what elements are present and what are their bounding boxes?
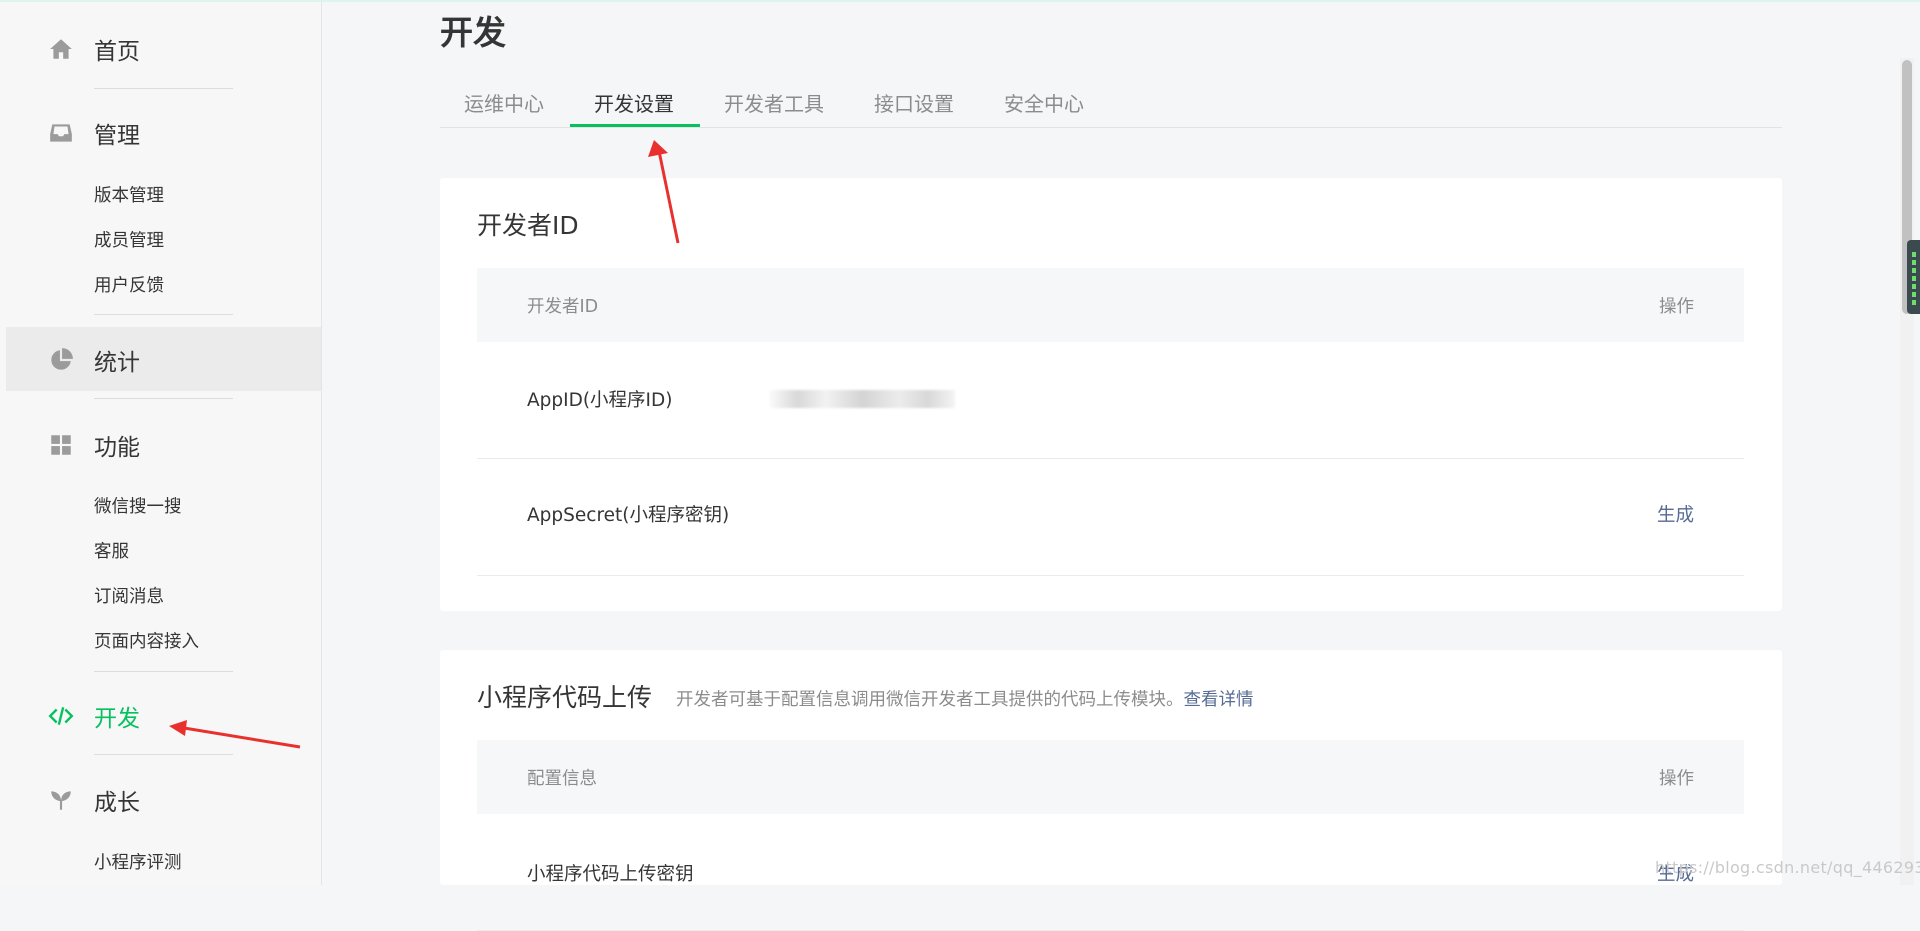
- tab-api-settings[interactable]: 接口设置: [874, 88, 954, 117]
- divider: [94, 88, 233, 89]
- pie-chart-icon: [51, 348, 73, 370]
- watermark: https://blog.csdn.net/qq_44629323: [1655, 858, 1920, 877]
- sidebar-item-home[interactable]: 首页: [0, 16, 321, 80]
- appsecret-label: AppSecret(小程序密钥): [527, 505, 730, 526]
- table-row: AppID(小程序ID): [477, 342, 1744, 459]
- view-details-link[interactable]: 查看详情: [1184, 690, 1254, 710]
- table-row: 小程序代码上传密钥 生成: [477, 814, 1744, 931]
- divider: [94, 398, 233, 399]
- developer-id-card: 开发者ID 开发者ID 操作 AppID(小程序ID) AppSecret(小程…: [440, 178, 1782, 611]
- appid-value-redacted: [770, 390, 955, 408]
- code-upload-card: 小程序代码上传 开发者可基于配置信息调用微信开发者工具提供的代码上传模块。查看详…: [440, 650, 1782, 931]
- sidebar-item-label: 成长: [94, 790, 140, 816]
- sidebar-item-manage[interactable]: 管理: [0, 100, 321, 164]
- home-icon: [50, 39, 72, 59]
- sprout-icon: [51, 791, 71, 810]
- column-header: 操作: [1659, 297, 1694, 317]
- description-text: 开发者可基于配置信息调用微信开发者工具提供的代码上传模块。: [676, 690, 1184, 710]
- inbox-icon: [50, 124, 72, 142]
- tab-bar: 运维中心 开发设置 开发者工具 接口设置 安全中心: [440, 76, 1782, 128]
- sidebar-item-label: 开发: [94, 706, 140, 732]
- generate-secret-link[interactable]: 生成: [1657, 501, 1694, 527]
- grid-icon: [51, 435, 71, 455]
- card-description: 开发者可基于配置信息调用微信开发者工具提供的代码上传模块。查看详情: [676, 686, 1254, 711]
- sidebar-item-user-feedback[interactable]: 用户反馈: [94, 272, 164, 297]
- sidebar-item-label: 管理: [94, 123, 140, 149]
- card-title: 小程序代码上传: [477, 683, 653, 712]
- side-widget[interactable]: [1907, 240, 1920, 314]
- active-tab-indicator: [570, 124, 700, 127]
- table-row: AppSecret(小程序密钥) 生成: [477, 459, 1744, 576]
- upload-key-label: 小程序代码上传密钥: [527, 864, 694, 885]
- scrollbar[interactable]: [1900, 58, 1914, 885]
- tab-dev-settings[interactable]: 开发设置: [594, 88, 674, 117]
- sidebar-item-mini-program-review[interactable]: 小程序评测: [94, 849, 182, 874]
- sidebar-item-member-manage[interactable]: 成员管理: [94, 227, 164, 252]
- tab-ops-center[interactable]: 运维中心: [464, 88, 544, 117]
- tab-dev-tools[interactable]: 开发者工具: [724, 88, 824, 117]
- tab-security-center[interactable]: 安全中心: [1004, 88, 1084, 117]
- sidebar-item-wechat-search[interactable]: 微信搜一搜: [94, 493, 182, 518]
- appid-label: AppID(小程序ID): [527, 390, 673, 411]
- column-header: 开发者ID: [527, 297, 599, 317]
- divider: [94, 314, 233, 315]
- sidebar-item-label: 功能: [94, 435, 140, 461]
- code-icon: [48, 707, 74, 725]
- card-title: 开发者ID: [477, 211, 579, 240]
- sidebar-item-growth[interactable]: 成长: [0, 767, 321, 831]
- divider: [94, 754, 233, 755]
- sidebar-item-stats[interactable]: 统计: [6, 327, 321, 391]
- page-title: 开发: [440, 13, 506, 52]
- sidebar-item-features[interactable]: 功能: [0, 412, 321, 476]
- column-header: 配置信息: [527, 769, 597, 789]
- table-header: 开发者ID 操作: [477, 268, 1744, 342]
- divider: [94, 671, 233, 672]
- column-header: 操作: [1659, 769, 1694, 789]
- sidebar-item-page-content[interactable]: 页面内容接入: [94, 628, 199, 653]
- sidebar-item-label: 首页: [94, 39, 140, 65]
- sidebar-item-label: 统计: [94, 350, 140, 376]
- sidebar: 首页 管理 版本管理 成员管理 用户反馈 统计 功能 微信搜一搜 客服 订阅消息…: [0, 2, 322, 885]
- sidebar-item-version-manage[interactable]: 版本管理: [94, 182, 164, 207]
- sidebar-item-develop[interactable]: 开发: [0, 683, 321, 747]
- table-header: 配置信息 操作: [477, 740, 1744, 814]
- sidebar-item-customer-service[interactable]: 客服: [94, 538, 129, 563]
- sidebar-item-subscribe-message[interactable]: 订阅消息: [94, 583, 164, 608]
